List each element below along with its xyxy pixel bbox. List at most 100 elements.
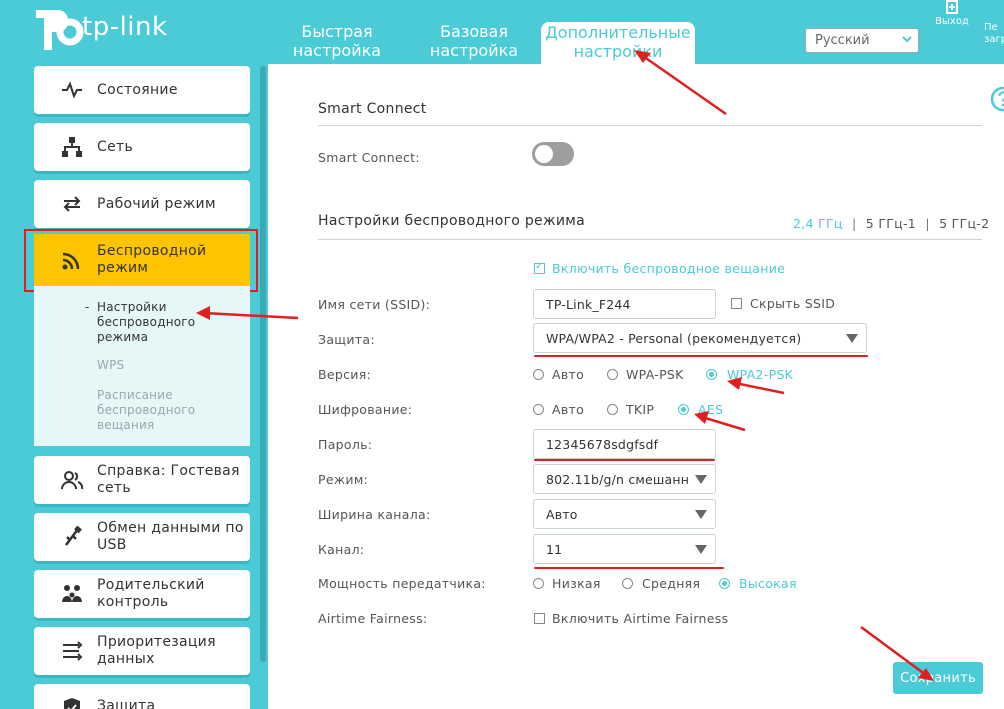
save-button[interactable]: Сохранить (893, 662, 983, 694)
security-value: WPA/WPA2 - Personal (рекомендуется) (546, 331, 802, 346)
qos-label-line1: Приоритезация (97, 634, 216, 650)
wireless-submenu: - Настройки беспроводного режима WPS Рас… (34, 286, 250, 446)
sidebar-item-wireless[interactable]: Беспроводной режим (34, 234, 250, 286)
wireless-label-line1: Беспроводной (97, 243, 207, 259)
family-icon (62, 585, 82, 602)
dropdown-arrow-icon (846, 334, 858, 343)
sidebar-item-security[interactable]: Защита (34, 684, 250, 709)
power-radio-low[interactable] (533, 578, 544, 589)
sidebar-item-status[interactable]: Состояние (34, 66, 250, 114)
divider (318, 125, 982, 126)
band-link-2-4ghz[interactable]: 2,4 ГГц (793, 216, 843, 231)
swap-arrows-icon (63, 196, 81, 212)
reboot-label-line2: загр (984, 34, 1004, 45)
tab-quick-setup[interactable]: Быстрая настройка (286, 22, 388, 64)
reboot-label-line1: Пе (984, 22, 998, 33)
power-high-label: Высокая (739, 576, 797, 591)
tab-quick-line1: Быстрая (301, 22, 373, 41)
airtime-checkbox[interactable] (534, 613, 545, 624)
channel-width-value: Авто (546, 507, 578, 522)
ssid-input[interactable]: TP-Link_F244 (533, 289, 716, 319)
tx-power-label: Мощность передатчика: (318, 576, 486, 591)
sidebar-item-label: Беспроводной режим (97, 243, 206, 277)
version-radio-wpa2-psk[interactable] (706, 369, 717, 380)
tab-advanced-line2: настройки (573, 42, 663, 61)
version-radio-wpa-psk[interactable] (607, 369, 618, 380)
enable-broadcast-checkbox[interactable]: ✓ (534, 261, 545, 274)
language-select[interactable]: Русский (805, 28, 919, 53)
annotation-underline (534, 567, 724, 569)
annotation-underline (534, 459, 715, 461)
parental-label-line2: контроль (97, 594, 169, 610)
version-auto-label: Авто (552, 367, 585, 382)
version-radio-auto[interactable] (533, 369, 544, 380)
tab-basic-line2: настройка (429, 41, 519, 60)
submenu-item-wps[interactable]: WPS (97, 358, 124, 373)
channel-width-select[interactable]: Авто (533, 499, 716, 529)
usb-label-line1: Обмен данными по (97, 520, 244, 536)
submenu-schedule-line1: Расписание (97, 388, 173, 402)
usb-icon (65, 525, 82, 546)
help-icon[interactable] (990, 86, 1004, 112)
sidebar-item-qos[interactable]: Приоритезация данных (34, 627, 250, 675)
version-wpa2-psk-label: WPA2-PSK (727, 367, 794, 382)
encryption-radio-tkip[interactable] (607, 404, 618, 415)
password-label: Пароль: (318, 437, 373, 452)
encryption-radio-aes[interactable] (678, 404, 689, 415)
tab-advanced-settings[interactable]: Дополнительные настройки (541, 22, 695, 64)
dropdown-arrow-icon (695, 475, 707, 484)
dropdown-arrow-icon (695, 545, 707, 554)
smart-connect-title: Smart Connect (318, 101, 427, 117)
mode-select[interactable]: 802.11b/g/n смешанн (533, 464, 716, 494)
submenu-wps-label: WPS (97, 358, 125, 372)
guest-label-line1: Справка: Гостевая (97, 463, 240, 479)
sidebar-item-label: Состояние (97, 82, 178, 98)
encryption-tkip-label: TKIP (626, 402, 655, 417)
password-input[interactable]: 12345678sdgfsdf (533, 429, 716, 459)
version-label: Версия: (318, 367, 372, 382)
sidebar-item-label: Родительский контроль (97, 577, 205, 611)
submenu-dash: - (85, 300, 90, 314)
sidebar-item-network[interactable]: Сеть (34, 123, 250, 171)
mode-value: 802.11b/g/n смешанн (546, 472, 690, 487)
sidebar-item-parental-control[interactable]: Родительский контроль (34, 570, 250, 618)
guest-label-line2: сеть (97, 480, 131, 496)
reboot-button[interactable]: Пе загр (984, 22, 1004, 46)
chevron-down-icon (902, 36, 912, 43)
network-icon (62, 137, 82, 157)
logout-button[interactable]: Выход (934, 0, 970, 27)
channel-select[interactable]: 11 (533, 534, 716, 564)
submenu-settings-line1: Настройки (97, 300, 167, 314)
encryption-radio-auto[interactable] (533, 404, 544, 415)
submenu-item-wireless-settings[interactable]: - Настройки беспроводного режима (85, 300, 196, 345)
sidebar-item-operation-mode[interactable]: Рабочий режим (34, 180, 250, 228)
check-mark-icon: ✓ (535, 261, 544, 272)
wifi-icon (62, 252, 80, 270)
hide-ssid-label: Скрыть SSID (750, 296, 836, 311)
tab-advanced-line1: Дополнительные (545, 23, 691, 42)
smart-connect-toggle[interactable] (532, 142, 574, 166)
security-select[interactable]: WPA/WPA2 - Personal (рекомендуется) (533, 323, 867, 353)
submenu-item-schedule[interactable]: Расписание беспроводного вещания (97, 388, 195, 433)
sidebar-item-guest-network[interactable]: Справка: Гостевая сеть (34, 456, 250, 504)
power-radio-high[interactable] (719, 578, 730, 589)
sidebar-item-label: Рабочий режим (97, 196, 216, 212)
sidebar-item-label: Приоритезация данных (97, 634, 216, 668)
submenu-schedule-line2: беспроводного (97, 403, 196, 417)
smart-connect-label: Smart Connect: (318, 150, 420, 165)
band-link-5ghz-2[interactable]: 5 ГГц-2 (939, 216, 989, 231)
hide-ssid-checkbox[interactable] (731, 298, 742, 309)
band-link-5ghz-1[interactable]: 5 ГГц-1 (866, 216, 916, 231)
sidebar-scrollbar[interactable] (260, 66, 266, 662)
annotation-underline (534, 355, 868, 357)
airtime-option-label: Включить Airtime Fairness (552, 611, 729, 626)
usb-label-line2: USB (97, 537, 127, 553)
sidebar-item-label: Справка: Гостевая сеть (97, 463, 240, 497)
tab-basic-setup[interactable]: Базовая настройка (420, 22, 528, 64)
submenu-settings-line2: беспроводного (97, 315, 196, 329)
channel-width-label: Ширина канала: (318, 507, 431, 522)
ssid-label: Имя сети (SSID): (318, 297, 431, 312)
power-radio-medium[interactable] (622, 578, 633, 589)
power-low-label: Низкая (552, 576, 601, 591)
sidebar-item-usb[interactable]: Обмен данными по USB (34, 513, 250, 561)
